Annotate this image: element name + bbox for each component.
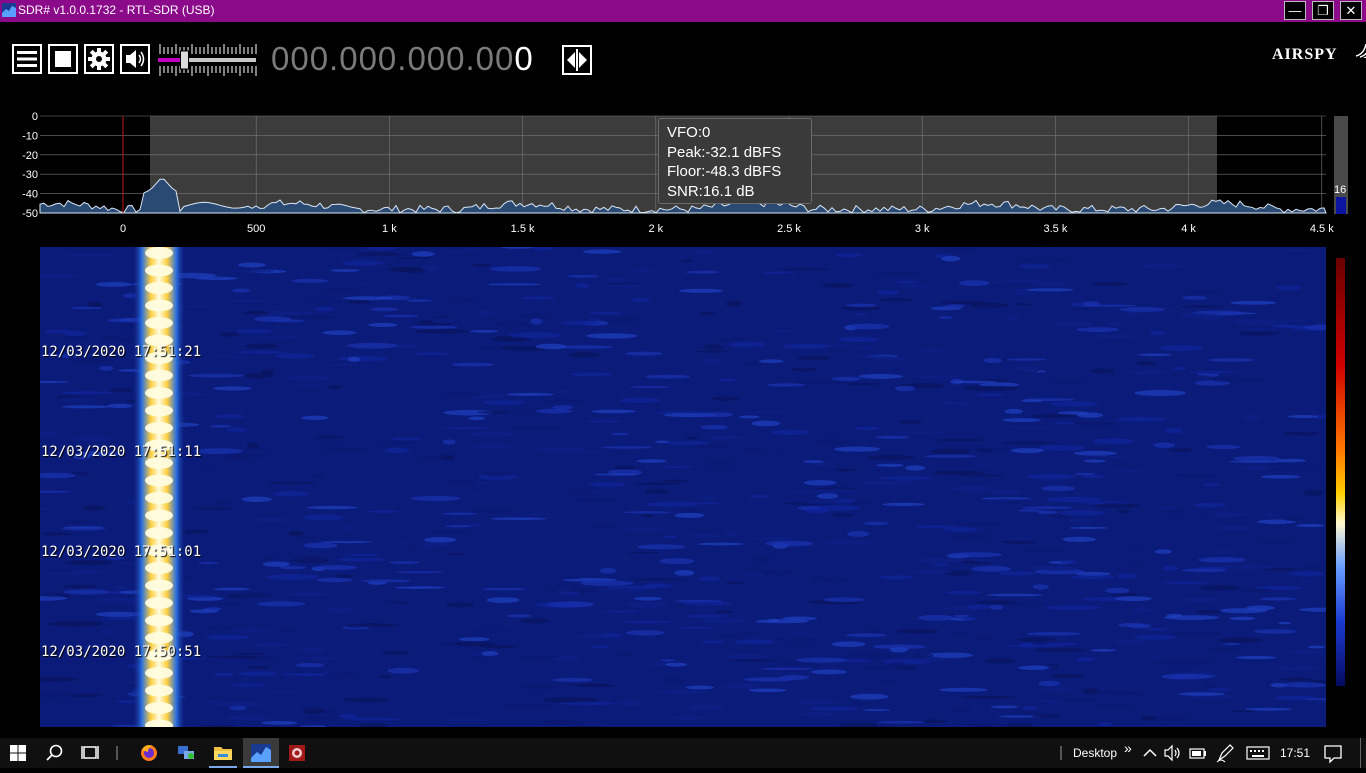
airspy-logo: AIRSPY — [1272, 43, 1366, 64]
volume-slider-track — [158, 44, 257, 76]
frequency-step-button[interactable] — [562, 45, 592, 75]
waterfall-image — [40, 247, 1326, 727]
frequency-display[interactable]: 000.000.000.000 — [271, 40, 534, 78]
settings-button[interactable] — [84, 43, 114, 75]
x-tick-label: 2.5 k — [777, 223, 801, 235]
volume-icon — [1164, 744, 1180, 762]
left-right-arrows-icon — [562, 45, 592, 75]
clock[interactable]: 17:51 — [1280, 746, 1310, 760]
x-tick-label: 0 — [120, 223, 126, 235]
volume-slider[interactable] — [156, 42, 258, 78]
waterfall-timestamp: 12/03/2020 17:51:11 — [41, 444, 202, 460]
stop-button[interactable] — [48, 43, 78, 75]
waterfall-color-scale — [1336, 258, 1345, 686]
touch-keyboard-button[interactable] — [1245, 738, 1271, 768]
close-button[interactable]: ✕ — [1340, 1, 1362, 20]
tooltip-peak: Peak:-32.1 dBFS — [667, 143, 782, 161]
audio-mute-button[interactable] — [120, 43, 150, 75]
restore-button[interactable]: ❐ — [1312, 1, 1334, 20]
waterfall-timestamp: 12/03/2020 17:51:01 — [41, 544, 202, 560]
windows-start-icon — [10, 745, 26, 761]
frequency-digits-bright: 0 — [514, 40, 534, 77]
waterfall-timestamp: 12/03/2020 17:51:21 — [41, 344, 202, 360]
desktop-toolbar-label[interactable]: Desktop — [1073, 746, 1117, 760]
search-button[interactable] — [44, 738, 66, 768]
speaker-icon — [120, 44, 150, 74]
battery-icon — [1189, 748, 1206, 759]
x-tick-label: 3.5 k — [1043, 223, 1067, 235]
task-view-icon — [81, 746, 99, 759]
show-hidden-icons-button[interactable] — [1141, 738, 1159, 768]
y-tick-label: -30 — [22, 169, 38, 181]
contrast-value: 16 — [1334, 184, 1347, 196]
start-button[interactable] — [8, 738, 30, 768]
x-tick-label: 1 k — [382, 223, 397, 235]
x-tick-label: 3 k — [915, 223, 930, 235]
title-bar: SDR# v1.0.0.1732 - RTL-SDR (USB) — ❐ ✕ — [0, 0, 1366, 22]
menu-icon — [12, 44, 42, 74]
desktop-toolbar-chevron[interactable]: » — [1124, 740, 1132, 756]
contrast-slider-fill — [1336, 197, 1346, 214]
x-tick-label: 500 — [247, 223, 265, 235]
waterfall-display[interactable] — [40, 247, 1326, 727]
x-tick-label: 2 k — [648, 223, 663, 235]
red-app-taskbar-button[interactable] — [286, 738, 308, 768]
menu-button[interactable] — [12, 43, 42, 75]
red-app-icon — [289, 745, 305, 761]
window-title: SDR# v1.0.0.1732 - RTL-SDR (USB) — [18, 3, 215, 17]
app-icon — [2, 3, 16, 17]
y-tick-label: -10 — [22, 130, 38, 142]
windows-taskbar: Desktop » 17:51 — [0, 738, 1366, 768]
y-tick-label: 0 — [32, 111, 38, 123]
taskbar-separator — [1060, 746, 1062, 760]
firefox-icon — [141, 745, 157, 761]
volume-tray-button[interactable] — [1163, 738, 1183, 768]
notification-icon — [1324, 745, 1342, 764]
sdr-taskbar-button[interactable] — [243, 738, 279, 768]
frequency-digits-dim: 000.000.000.00 — [271, 40, 515, 77]
logo-text: AIRSPY — [1272, 46, 1338, 63]
tooltip-snr: SNR:16.1 dB — [667, 182, 755, 200]
keyboard-icon — [1246, 746, 1270, 760]
gear-icon — [84, 44, 114, 74]
firefox-taskbar-button[interactable] — [138, 738, 160, 768]
x-tick-label: 1.5 k — [511, 223, 535, 235]
chevron-up-icon — [1143, 748, 1157, 757]
network-app-taskbar-button[interactable] — [175, 738, 197, 768]
signal-waves-icon — [1355, 43, 1366, 58]
pen-tray-button[interactable] — [1215, 738, 1237, 768]
file-explorer-taskbar-button[interactable] — [209, 738, 237, 768]
show-desktop-button[interactable] — [1360, 738, 1361, 768]
waterfall-timestamp: 12/03/2020 17:50:51 — [41, 644, 202, 660]
minimize-button[interactable]: — — [1284, 1, 1306, 20]
battery-tray-button[interactable] — [1188, 738, 1208, 768]
taskbar-separator — [116, 746, 118, 760]
action-center-button[interactable] — [1322, 738, 1344, 768]
pen-icon — [1216, 744, 1234, 763]
tooltip-floor: Floor:-48.3 dBFS — [667, 163, 782, 180]
x-tick-label: 4 k — [1181, 223, 1196, 235]
sdr-app-icon — [251, 744, 271, 762]
x-tick-label: 4.5 k — [1310, 223, 1334, 235]
signal-tooltip: VFO:0 Peak:-32.1 dBFS Floor:-48.3 dBFS S… — [658, 118, 812, 204]
y-tick-label: -40 — [22, 189, 38, 201]
y-tick-label: -20 — [22, 150, 38, 162]
file-explorer-icon — [214, 747, 232, 760]
task-view-button[interactable] — [80, 738, 102, 768]
y-tick-label: -50 — [22, 208, 38, 220]
stop-icon — [48, 44, 78, 74]
search-icon — [46, 744, 63, 761]
tooltip-vfo: VFO:0 — [667, 124, 711, 141]
network-app-icon — [178, 746, 194, 759]
